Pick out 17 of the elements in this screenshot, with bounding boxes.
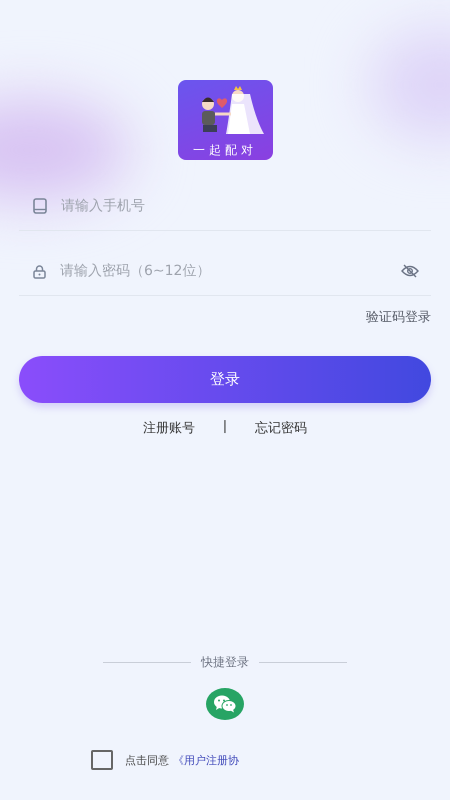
agreement-text: 点击同意 <box>125 752 169 768</box>
phone-input-field[interactable]: 请输入手机号 <box>59 197 419 215</box>
lock-icon <box>33 264 46 278</box>
wechat-login-button[interactable] <box>206 688 244 720</box>
password-input-field[interactable]: 请输入密码（6~12位） <box>58 262 389 280</box>
login-button[interactable]: 登录 <box>19 356 431 403</box>
user-agreement-link[interactable]: 《用户注册协 <box>173 752 239 768</box>
phone-icon <box>33 198 47 214</box>
logo-caption: 一起配对 <box>193 142 257 159</box>
chat-bubbles-icon <box>213 694 237 714</box>
quick-login-title: 快捷登录 <box>201 654 249 671</box>
forgot-password-link[interactable]: 忘记密码 <box>255 419 308 437</box>
register-link[interactable]: 注册账号 <box>142 419 195 437</box>
agreement-checkbox[interactable] <box>91 750 113 770</box>
link-separator: | <box>222 419 228 436</box>
code-login-link[interactable]: 验证码登录 <box>366 308 431 326</box>
eye-off-icon[interactable] <box>401 264 419 278</box>
